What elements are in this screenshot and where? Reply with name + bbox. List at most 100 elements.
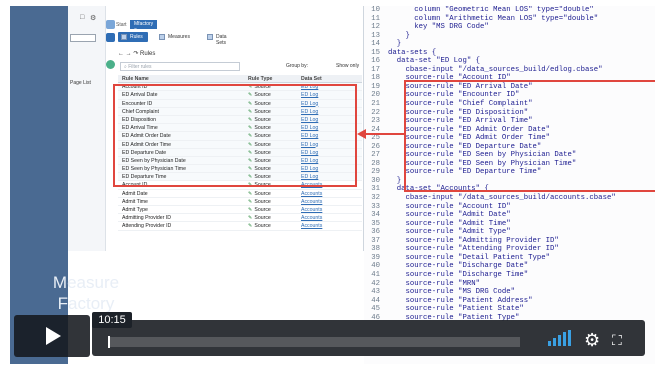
line-number: 28 <box>371 159 380 168</box>
source-pen-icon: ✎ <box>248 215 253 222</box>
line-number: 17 <box>371 65 380 74</box>
rule-type: ✎ Source <box>248 198 271 206</box>
code-text: source-rule "Attending Provider ID" <box>388 245 559 254</box>
volume-bars-icon[interactable] <box>548 330 574 346</box>
rule-type-label: Source <box>254 223 271 230</box>
line-number: 42 <box>371 279 380 288</box>
line-number: 37 <box>371 236 380 245</box>
code-text: } <box>388 40 402 49</box>
nav-breadcrumb[interactable]: ← → ↷ Rules <box>118 50 155 57</box>
rule-type-label: Source <box>254 190 271 197</box>
column-header[interactable]: Rule Name <box>122 75 149 83</box>
code-text: column "Geometric Mean LOS" type="double… <box>388 6 594 14</box>
show-only-label[interactable]: Show only <box>336 63 359 69</box>
code-text: source-rule "Discharge Date" <box>388 262 529 271</box>
code-text: cbase-input "/data_sources_build/edlog.c… <box>388 65 603 74</box>
line-number: 11 <box>371 14 380 23</box>
dataset-link[interactable]: Accounts <box>301 206 322 214</box>
code-line: 38 source-rule "Attending Provider ID" <box>364 245 655 254</box>
line-number: 45 <box>371 305 380 314</box>
line-number: 29 <box>371 168 380 177</box>
column-header[interactable]: Rule Type <box>248 75 272 83</box>
watermark <box>24 328 80 348</box>
dataset-link[interactable]: Accounts <box>301 190 322 198</box>
line-number: 30 <box>371 176 380 185</box>
page-list-label: Page List <box>70 80 91 86</box>
code-line: 43 source-rule "MS DRG Code" <box>364 288 655 297</box>
line-number: 36 <box>371 228 380 237</box>
line-number: 41 <box>371 270 380 279</box>
volume-bar <box>568 330 571 346</box>
ribbon-datasets-button[interactable]: Data Sets <box>204 32 232 46</box>
rule-type: ✎ Source <box>248 214 271 222</box>
dataset-link[interactable]: Accounts <box>301 222 322 230</box>
app-search-field[interactable] <box>70 34 96 42</box>
scrubber-handle[interactable] <box>108 336 110 348</box>
gear-icon[interactable]: ⚙ <box>90 14 96 22</box>
table-row[interactable]: Admit Type ✎ Source Accounts <box>118 206 362 215</box>
line-number: 20 <box>371 91 380 100</box>
refresh-icon[interactable] <box>106 60 115 69</box>
column-header[interactable]: Data Set <box>301 75 322 83</box>
code-text: data-sets { <box>388 48 437 57</box>
code-line: 44 source-rule "Patient Address" <box>364 297 655 306</box>
datasets-icon <box>207 34 213 40</box>
tab-start[interactable]: Start <box>116 22 127 28</box>
group-by-label[interactable]: Group by: <box>286 63 308 69</box>
code-text: source-rule "MS DRG Code" <box>388 288 516 297</box>
app-side-icons <box>106 20 116 80</box>
highlight-box-table <box>113 84 357 187</box>
code-line: 34 source-rule "Admit Date" <box>364 211 655 220</box>
line-number: 16 <box>371 57 380 66</box>
table-row[interactable]: Admitting Provider ID ✎ Source Accounts <box>118 214 362 223</box>
progress-scrubber[interactable] <box>108 336 520 348</box>
fullscreen-icon[interactable]: ⛶ <box>612 331 630 349</box>
tab-mfactory[interactable]: Mfactory × <box>130 20 158 33</box>
highlight-arrow <box>357 129 405 139</box>
volume-bar <box>553 338 556 346</box>
dataset-link[interactable]: Accounts <box>301 214 322 222</box>
app-left-pane: □ ⚙ Page List <box>68 6 106 251</box>
line-number: 38 <box>371 245 380 254</box>
volume-bar <box>558 335 561 346</box>
side-icon-2[interactable] <box>106 33 115 42</box>
brand-line-1: Measure <box>52 273 120 292</box>
time-display: 10:15 <box>92 312 132 328</box>
rule-type-label: Source <box>254 198 271 205</box>
code-line: 36 source-rule "Admit Type" <box>364 228 655 237</box>
source-pen-icon: ✎ <box>248 207 253 213</box>
table-row[interactable]: Attending Provider ID ✎ Source Accounts <box>118 222 362 231</box>
code-line: 15 data-sets { <box>364 49 655 58</box>
ribbon-measures-button[interactable]: Measures <box>156 32 195 42</box>
line-number: 32 <box>371 194 380 203</box>
line-number: 12 <box>371 23 380 32</box>
line-number: 39 <box>371 253 380 262</box>
code-line: 40 source-rule "Discharge Date" <box>364 262 655 271</box>
table-row[interactable]: Admit Date ✎ Source Accounts <box>118 190 362 198</box>
code-line: 11 column "Arithmetic Mean LOS" type="do… <box>364 15 655 24</box>
gear-icon[interactable]: ⚙ <box>584 331 602 349</box>
code-text: data-set "ED Log" { <box>388 57 480 66</box>
line-number: 34 <box>371 211 380 220</box>
code-text: source-rule "Admit Time" <box>388 219 511 228</box>
code-line: 33 source-rule "Account ID" <box>364 203 655 212</box>
filter-rules-input[interactable]: ⌕ Filter rules <box>120 62 240 71</box>
side-icon-1[interactable] <box>106 20 115 29</box>
code-text: source-rule "Patient State" <box>388 305 524 314</box>
source-pen-icon: ✎ <box>248 198 253 205</box>
code-text: } <box>388 31 410 40</box>
rule-type: ✎ Source <box>248 206 271 214</box>
ribbon-rules-button[interactable]: Rules <box>118 32 148 42</box>
toolbar-icon[interactable]: □ <box>80 14 84 21</box>
table-row[interactable]: Admit Time ✎ Source Accounts <box>118 198 362 206</box>
code-text: source-rule "Discharge Time" <box>388 270 529 279</box>
rule-name: Admit Type <box>122 207 148 213</box>
dataset-link[interactable]: Accounts <box>301 198 322 206</box>
volume-bar <box>548 341 551 346</box>
rule-type: ✎ Source <box>248 190 271 198</box>
line-number: 21 <box>371 100 380 109</box>
code-line: 45 source-rule "Patient State" <box>364 305 655 314</box>
code-text: source-rule "Admitting Provider ID" <box>388 236 559 245</box>
line-number: 23 <box>371 117 380 126</box>
code-line: 42 source-rule "MRN" <box>364 280 655 289</box>
